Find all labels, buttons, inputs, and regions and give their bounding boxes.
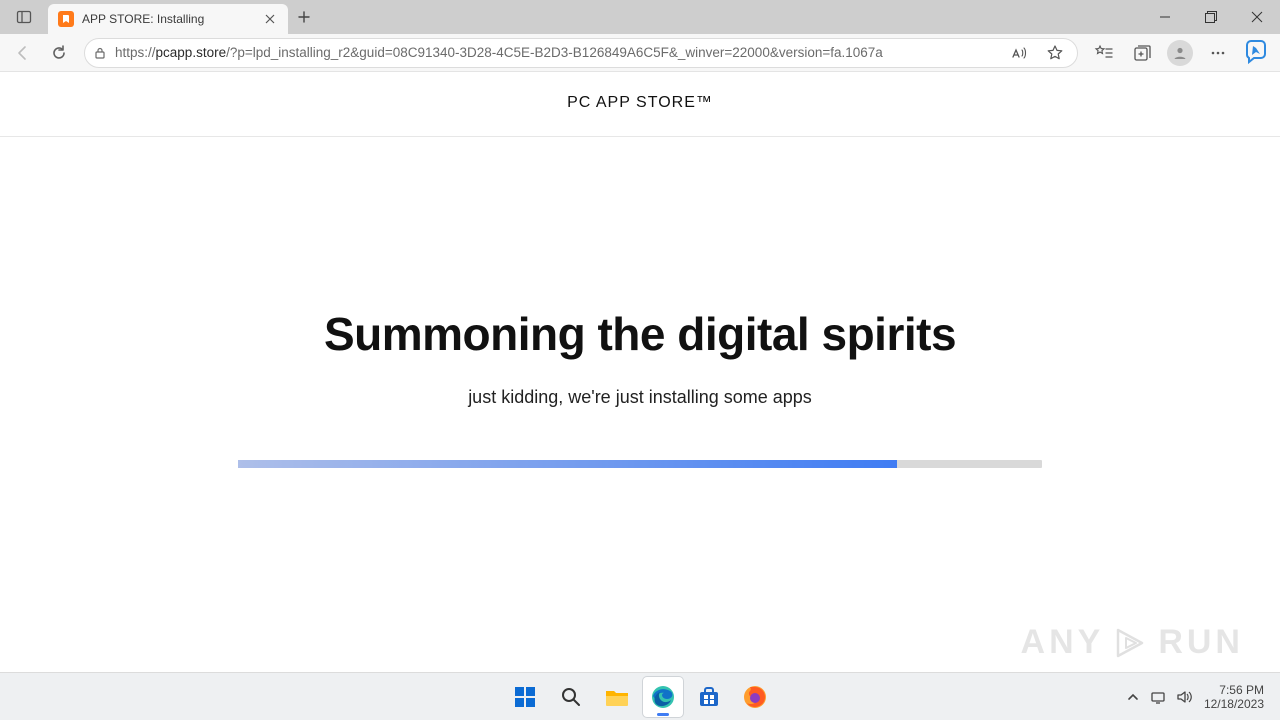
firefox-icon	[742, 684, 768, 710]
close-icon	[1251, 11, 1263, 23]
browser-titlebar: APP STORE: Installing	[0, 0, 1280, 34]
file-explorer-button[interactable]	[597, 677, 637, 717]
firefox-button[interactable]	[735, 677, 775, 717]
microsoft-store-button[interactable]	[689, 677, 729, 717]
avatar-icon	[1167, 40, 1193, 66]
arrow-left-icon	[14, 44, 32, 62]
tab-close-icon[interactable]	[262, 11, 278, 27]
start-button[interactable]	[505, 677, 545, 717]
progress-bar	[238, 460, 1042, 468]
windows-icon	[513, 685, 537, 709]
lock-icon	[93, 46, 107, 60]
folder-icon	[604, 684, 630, 710]
taskbar: 7:56 PM 12/18/2023	[0, 672, 1280, 720]
tray-time: 7:56 PM	[1204, 683, 1264, 697]
watermark-left: ANY	[1021, 623, 1105, 662]
refresh-icon	[50, 44, 68, 62]
read-aloud-icon	[1010, 44, 1028, 62]
ellipsis-icon	[1208, 43, 1228, 63]
system-tray: 7:56 PM 12/18/2023	[1126, 683, 1280, 711]
bing-discover-button[interactable]	[1238, 37, 1274, 69]
read-aloud-button[interactable]	[1005, 37, 1033, 69]
tray-clock[interactable]: 7:56 PM 12/18/2023	[1204, 683, 1264, 711]
bing-chat-icon	[1243, 40, 1269, 66]
network-icon	[1150, 689, 1166, 705]
toolbar-right	[1086, 37, 1274, 69]
collections-button[interactable]	[1124, 37, 1160, 69]
collections-icon	[1132, 43, 1152, 63]
maximize-button[interactable]	[1188, 0, 1234, 34]
edge-icon	[650, 684, 676, 710]
volume-icon	[1176, 689, 1192, 705]
tab-favicon-icon	[58, 11, 74, 27]
divider	[0, 136, 1280, 137]
address-bar[interactable]: https://pcapp.store/?p=lpd_installing_r2…	[84, 38, 1078, 68]
favorite-button[interactable]	[1041, 37, 1069, 69]
brand-title: PC APP STORE™	[0, 72, 1280, 112]
volume-button[interactable]	[1176, 689, 1192, 705]
refresh-button[interactable]	[42, 37, 76, 69]
star-icon	[1046, 44, 1064, 62]
watermark: ANY RUN	[1021, 623, 1244, 662]
edge-button[interactable]	[643, 677, 683, 717]
store-icon	[697, 685, 721, 709]
taskbar-center	[505, 677, 775, 717]
browser-toolbar: https://pcapp.store/?p=lpd_installing_r2…	[0, 34, 1280, 72]
tray-date: 12/18/2023	[1204, 697, 1264, 711]
search-button[interactable]	[551, 677, 591, 717]
profile-button[interactable]	[1162, 37, 1198, 69]
url-text: https://pcapp.store/?p=lpd_installing_r2…	[115, 45, 997, 60]
page-content: PC APP STORE™ Summoning the digital spir…	[0, 72, 1280, 672]
subline: just kidding, we're just installing some…	[0, 387, 1280, 408]
chevron-up-icon	[1126, 690, 1140, 704]
close-window-button[interactable]	[1234, 0, 1280, 34]
more-button[interactable]	[1200, 37, 1236, 69]
window-controls	[1142, 0, 1280, 34]
new-tab-button[interactable]	[288, 0, 320, 34]
tray-overflow-button[interactable]	[1126, 690, 1140, 704]
watermark-right: RUN	[1158, 623, 1244, 662]
sidebar-layout-icon	[16, 9, 32, 25]
network-button[interactable]	[1150, 689, 1166, 705]
headline: Summoning the digital spirits	[0, 307, 1280, 361]
maximize-icon	[1205, 11, 1217, 23]
favorites-list-icon	[1094, 43, 1114, 63]
browser-tab[interactable]: APP STORE: Installing	[48, 4, 288, 34]
plus-icon	[297, 10, 311, 24]
play-icon	[1114, 626, 1148, 660]
tab-actions-button[interactable]	[0, 0, 48, 34]
favorites-list-button[interactable]	[1086, 37, 1122, 69]
minimize-button[interactable]	[1142, 0, 1188, 34]
progress-fill	[238, 460, 897, 468]
back-button[interactable]	[6, 37, 40, 69]
minimize-icon	[1159, 11, 1171, 23]
search-icon	[560, 686, 582, 708]
tab-title: APP STORE: Installing	[82, 12, 254, 26]
